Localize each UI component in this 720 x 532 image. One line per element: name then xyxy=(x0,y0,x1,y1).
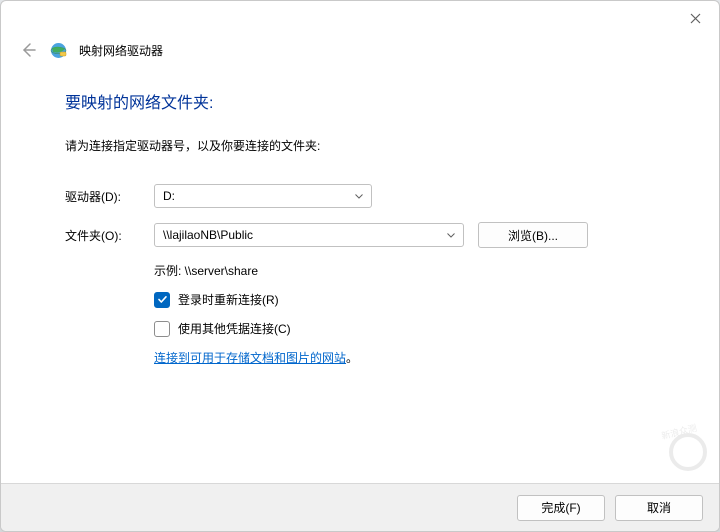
drive-combobox[interactable]: D: xyxy=(154,184,372,208)
other-credentials-row: 使用其他凭据连接(C) xyxy=(154,320,677,337)
content-area: 要映射的网络文件夹: 请为连接指定驱动器号，以及你要连接的文件夹: 驱动器(D)… xyxy=(1,61,719,366)
back-button[interactable] xyxy=(19,41,37,59)
cancel-button[interactable]: 取消 xyxy=(615,495,703,521)
chevron-down-icon xyxy=(355,191,363,201)
website-link-row: 连接到可用于存储文档和图片的网站。 xyxy=(154,349,677,366)
close-icon xyxy=(690,13,701,24)
back-arrow-icon xyxy=(20,42,36,58)
other-credentials-label: 使用其他凭据连接(C) xyxy=(178,320,291,337)
reconnect-label: 登录时重新连接(R) xyxy=(178,291,279,308)
dialog-footer: 完成(F) 取消 xyxy=(1,483,719,531)
close-button[interactable] xyxy=(681,7,709,29)
connect-website-link[interactable]: 连接到可用于存储文档和图片的网站 xyxy=(154,351,346,365)
folder-label: 文件夹(O): xyxy=(65,227,140,244)
options-block: 示例: \\server\share 登录时重新连接(R) 使用其他凭据连接(C… xyxy=(154,262,677,366)
chevron-down-icon xyxy=(447,230,455,240)
link-period: 。 xyxy=(346,351,358,365)
checkmark-icon xyxy=(157,294,168,305)
instruction-text: 请为连接指定驱动器号，以及你要连接的文件夹: xyxy=(65,137,677,154)
titlebar xyxy=(1,1,719,39)
other-credentials-checkbox[interactable] xyxy=(154,321,170,337)
browse-button[interactable]: 浏览(B)... xyxy=(478,222,588,248)
watermark: 新浪众测 xyxy=(661,425,715,479)
map-network-drive-dialog: 映射网络驱动器 要映射的网络文件夹: 请为连接指定驱动器号，以及你要连接的文件夹… xyxy=(0,0,720,532)
page-heading: 要映射的网络文件夹: xyxy=(65,89,677,113)
folder-row: 文件夹(O): \\lajilaoNB\Public 浏览(B)... xyxy=(65,222,677,248)
folder-value: \\lajilaoNB\Public xyxy=(163,228,253,242)
drive-row: 驱动器(D): D: xyxy=(65,184,677,208)
wizard-title: 映射网络驱动器 xyxy=(79,42,163,59)
wizard-header: 映射网络驱动器 xyxy=(1,39,719,61)
network-drive-icon xyxy=(49,41,67,59)
folder-combobox[interactable]: \\lajilaoNB\Public xyxy=(154,223,464,247)
reconnect-row: 登录时重新连接(R) xyxy=(154,291,677,308)
example-text: 示例: \\server\share xyxy=(154,262,677,279)
reconnect-checkbox[interactable] xyxy=(154,292,170,308)
drive-value: D: xyxy=(163,189,175,203)
finish-button[interactable]: 完成(F) xyxy=(517,495,605,521)
drive-label: 驱动器(D): xyxy=(65,188,140,205)
